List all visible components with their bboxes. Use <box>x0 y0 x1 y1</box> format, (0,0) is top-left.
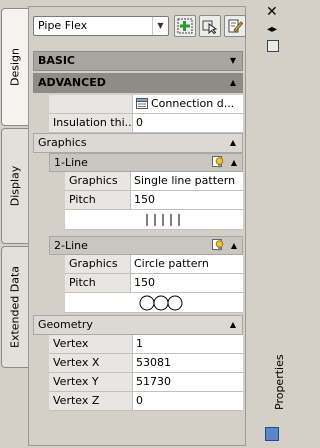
geometry-row: Vertex Z 0 <box>49 392 243 411</box>
line2-graphics-value[interactable]: Circle pattern <box>131 255 243 273</box>
style-select[interactable]: Pipe Flex ▼ <box>33 16 169 36</box>
tab-design-label: Design <box>8 48 22 86</box>
expand-icon: ▼ <box>229 56 236 65</box>
connection-details-icon <box>136 98 148 109</box>
property-grid: BASIC ▼ ADVANCED ▲ Connection d... Insulat… <box>33 51 243 411</box>
geometry-row: Vertex X 53081 <box>49 354 243 373</box>
line1-pitch-value[interactable]: 150 <box>131 191 243 209</box>
category-graphics[interactable]: Graphics ▲ <box>33 133 243 153</box>
style-select-value: Pipe Flex <box>38 19 88 32</box>
geometry-row: Vertex Y 51730 <box>49 373 243 392</box>
connection-row: Connection d... <box>49 95 243 114</box>
select-objects-icon <box>202 20 218 34</box>
tab-design[interactable]: Design <box>1 8 28 126</box>
geometry-label: Vertex <box>49 335 133 353</box>
select-objects-button[interactable] <box>199 15 221 37</box>
geometry-value[interactable]: 51730 <box>133 373 243 391</box>
geometry-label: Vertex Y <box>49 373 133 391</box>
subcategory-1-line[interactable]: 1-Line ▲ <box>49 153 243 172</box>
chevron-down-icon[interactable]: ▼ <box>152 17 168 35</box>
category-geometry[interactable]: Geometry ▲ <box>33 315 243 335</box>
category-geometry-label: Geometry <box>38 318 93 331</box>
line2-graphics-row: Graphics Circle pattern <box>65 255 243 274</box>
geometry-value[interactable]: 0 <box>133 392 243 410</box>
line1-pitch-label: Pitch <box>65 191 131 209</box>
line2-pitch-label: Pitch <box>65 274 131 292</box>
insulation-value[interactable]: 0 <box>133 114 243 132</box>
add-object-icon <box>177 18 193 34</box>
line1-graphics-value[interactable]: Single line pattern <box>131 172 243 190</box>
insulation-label: Insulation thi... <box>49 114 133 132</box>
geometry-value[interactable]: 1 <box>133 335 243 353</box>
line1-graphics-row: Graphics Single line pattern <box>65 172 243 191</box>
category-graphics-label: Graphics <box>38 136 87 149</box>
subcategory-2-line-label: 2-Line <box>54 239 88 252</box>
collapse-icon: ▲ <box>230 158 237 167</box>
design-panel: Pipe Flex ▼ BASIC ▼ ADVANCED ▲ Connectio… <box>28 6 246 446</box>
circle-pattern-icon <box>139 295 183 311</box>
palette-title-strip: ✕ ◂▸ Properties <box>246 0 286 448</box>
circle-pattern-preview <box>65 293 243 313</box>
line1-pitch-row: Pitch 150 <box>65 191 243 210</box>
lightbulb-icon[interactable] <box>212 239 224 252</box>
subcategory-1-line-label: 1-Line <box>54 156 88 169</box>
insulation-row: Insulation thi... 0 <box>49 114 243 133</box>
line1-graphics-label: Graphics <box>65 172 131 190</box>
lightbulb-icon[interactable] <box>212 156 224 169</box>
auto-hide-icon[interactable]: ◂▸ <box>267 24 277 35</box>
line2-graphics-label: Graphics <box>65 255 131 273</box>
close-icon[interactable]: ✕ <box>266 4 278 20</box>
geometry-label: Vertex X <box>49 354 133 372</box>
tab-display-label: Display <box>8 165 22 207</box>
edit-style-button[interactable] <box>224 15 246 37</box>
tab-display[interactable]: Display <box>1 128 28 244</box>
palette-title: Properties <box>273 354 286 410</box>
geometry-value[interactable]: 53081 <box>133 354 243 372</box>
add-object-button[interactable] <box>174 15 196 37</box>
connection-value-text: Connection d... <box>151 97 235 110</box>
line2-pitch-value[interactable]: 150 <box>131 274 243 292</box>
geometry-label: Vertex Z <box>49 392 133 410</box>
tab-extended-data[interactable]: Extended Data <box>1 246 28 368</box>
category-basic-label: BASIC <box>38 54 75 67</box>
geometry-row: Vertex 1 <box>49 335 243 354</box>
subcategory-2-line[interactable]: 2-Line ▲ <box>49 236 243 255</box>
properties-palette: Design Display Extended Data Pipe Flex ▼ <box>0 0 286 448</box>
collapse-icon: ▲ <box>230 241 237 250</box>
tab-extended-data-label: Extended Data <box>8 265 22 349</box>
collapse-icon: ▲ <box>229 78 236 87</box>
vertical-tabs: Design Display Extended Data <box>0 0 28 448</box>
connection-label <box>49 95 133 113</box>
category-advanced[interactable]: ADVANCED ▲ <box>33 73 243 93</box>
palette-icon[interactable] <box>265 427 279 441</box>
line2-pitch-row: Pitch 150 <box>65 274 243 293</box>
collapse-icon: ▲ <box>229 138 236 147</box>
single-line-pattern-icon <box>146 214 180 226</box>
category-basic[interactable]: BASIC ▼ <box>33 51 243 71</box>
single-line-pattern-preview <box>65 210 243 230</box>
collapse-icon: ▲ <box>229 320 236 329</box>
edit-style-icon <box>228 19 243 33</box>
properties-menu-icon[interactable] <box>267 40 279 52</box>
connection-value[interactable]: Connection d... <box>133 95 243 113</box>
toolbar: Pipe Flex ▼ <box>33 13 246 39</box>
category-advanced-label: ADVANCED <box>38 76 106 89</box>
